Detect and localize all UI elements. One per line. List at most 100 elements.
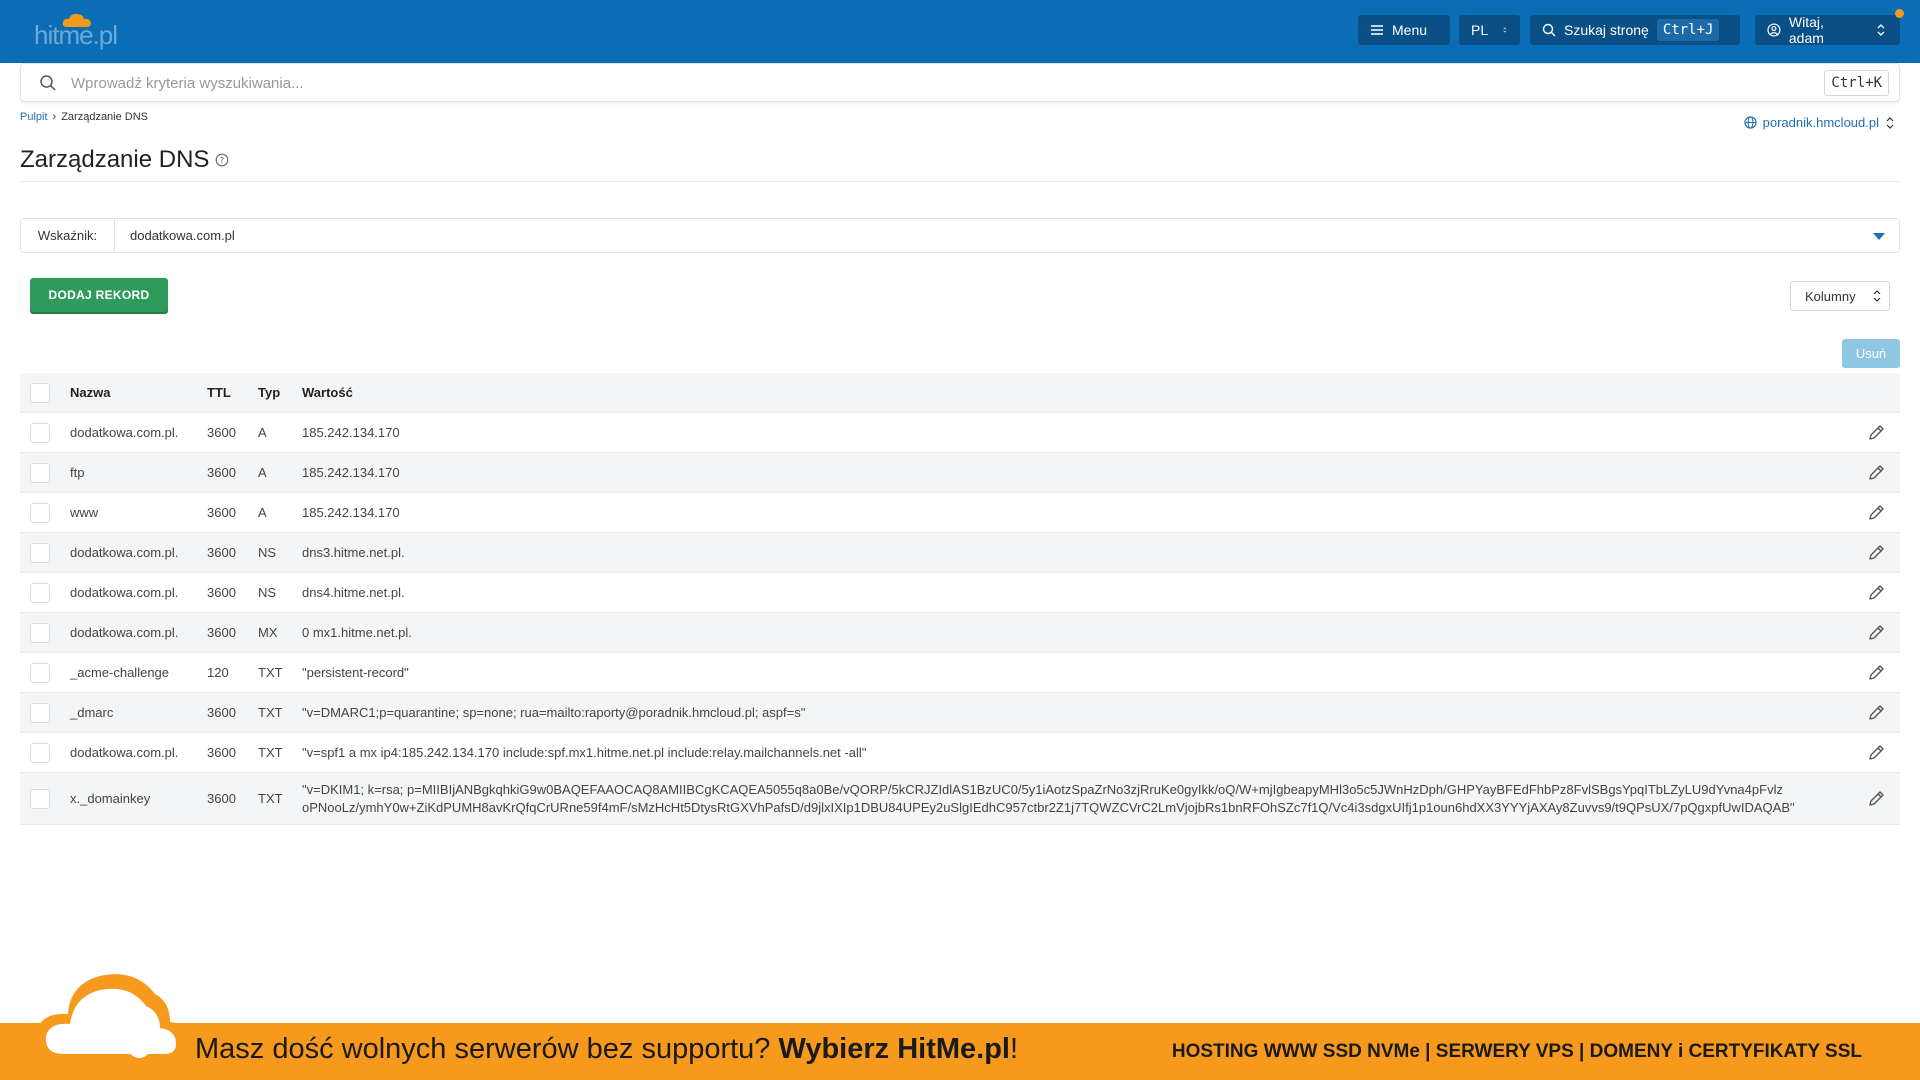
record-value: "persistent-record" [302, 664, 409, 680]
row-checkbox[interactable] [30, 788, 50, 809]
record-name: _dmarc [70, 705, 114, 720]
edit-record-button[interactable] [1866, 733, 1886, 772]
breadcrumb: Pulpit › Zarządzanie DNS [20, 111, 148, 123]
user-label: Witaj, adam [1788, 14, 1824, 46]
user-icon [1767, 23, 1781, 37]
breadcrumb-separator-icon: › [52, 111, 57, 123]
edit-record-button[interactable] [1866, 613, 1886, 652]
columns-button[interactable]: Kolumny [1790, 281, 1890, 311]
domain-selector-label: poradnik.hmcloud.pl [1762, 115, 1879, 130]
record-ttl: 3600 [207, 465, 236, 480]
search-icon [40, 75, 56, 91]
record-name: dodatkowa.com.pl. [70, 745, 179, 760]
row-checkbox[interactable] [30, 462, 50, 483]
cloud-icon [35, 974, 190, 1062]
record-ttl: 3600 [207, 745, 236, 760]
edit-record-button[interactable] [1866, 773, 1886, 824]
search-page-button[interactable]: Szukaj stronę Ctrl+J [1530, 15, 1740, 45]
record-name: www [70, 505, 99, 520]
select-all-checkbox[interactable] [30, 382, 50, 403]
record-name: ftp [70, 465, 85, 480]
global-search: Ctrl+K [20, 63, 1900, 102]
record-type: MX [258, 625, 278, 640]
language-select[interactable]: PL [1459, 15, 1520, 45]
row-checkbox[interactable] [30, 742, 50, 763]
domain-selector[interactable]: poradnik.hmcloud.pl [1744, 115, 1895, 130]
add-record-button[interactable]: DODAJ REKORD [30, 278, 168, 312]
record-value: 185.242.134.170 [302, 504, 400, 520]
column-header-value[interactable]: Wartość [302, 373, 1862, 412]
edit-pencil-icon [1869, 744, 1884, 760]
edit-record-button[interactable] [1866, 653, 1886, 692]
globe-icon [1744, 116, 1757, 129]
record-value: dns3.hitme.net.pl. [302, 544, 405, 560]
indicator-value-field[interactable]: dodatkowa.com.pl [115, 219, 1899, 252]
edit-record-button[interactable] [1866, 533, 1886, 572]
edit-pencil-icon [1869, 790, 1884, 806]
record-type: TXT [258, 745, 283, 760]
dns-records-table: Nazwa TTL Typ Wartość dodatkowa.com.pl. 3… [20, 373, 1900, 825]
edit-pencil-icon [1869, 624, 1884, 640]
edit-record-button[interactable] [1866, 573, 1886, 612]
title-divider [20, 181, 1900, 182]
hamburger-icon [1371, 25, 1383, 35]
page-title-text: Zarządzanie DNS [20, 146, 210, 173]
table-row: dodatkowa.com.pl. 3600 NS dns4.hitme.net.pl… [20, 573, 1900, 613]
edit-pencil-icon [1869, 424, 1884, 440]
column-header-ttl[interactable]: TTL [207, 373, 231, 412]
edit-record-button[interactable] [1866, 693, 1886, 732]
chevron-updown-icon [1886, 116, 1894, 129]
record-name: dodatkowa.com.pl. [70, 625, 179, 640]
row-checkbox[interactable] [30, 702, 50, 723]
user-menu-button[interactable]: Witaj, adam [1755, 14, 1900, 46]
edit-record-button[interactable] [1866, 413, 1886, 452]
record-ttl: 3600 [207, 625, 236, 640]
column-header-type[interactable]: Typ [258, 373, 280, 412]
record-type: TXT [258, 665, 283, 680]
row-checkbox[interactable] [30, 582, 50, 603]
delete-button[interactable]: Usuń [1842, 339, 1900, 368]
record-ttl: 3600 [207, 705, 236, 720]
record-value: "v=DMARC1;p=quarantine; sp=none; rua=mai… [302, 704, 806, 720]
table-header: Nazwa TTL Typ Wartość [20, 373, 1900, 413]
notification-dot [1895, 9, 1904, 18]
edit-pencil-icon [1869, 504, 1884, 520]
edit-record-button[interactable] [1866, 453, 1886, 492]
edit-pencil-icon [1869, 464, 1884, 480]
menu-button[interactable]: Menu [1358, 15, 1450, 45]
page-title: Zarządzanie DNS ? [20, 146, 229, 174]
chevron-updown-icon [1873, 290, 1881, 302]
logo[interactable]: hitme.pl [34, 12, 134, 52]
row-checkbox[interactable] [30, 542, 50, 563]
row-checkbox[interactable] [30, 422, 50, 443]
record-value: "v=DKIM1; k=rsa; p=MIIBIjANBgkqhkiG9w0BA… [302, 781, 1795, 815]
breadcrumb-root-link[interactable]: Pulpit [20, 111, 48, 123]
row-checkbox[interactable] [30, 662, 50, 683]
language-label: PL [1471, 22, 1489, 38]
search-input[interactable] [71, 72, 1771, 94]
search-page-shortcut: Ctrl+J [1656, 19, 1720, 41]
record-value: 0 mx1.hitme.net.pl. [302, 624, 412, 640]
search-shortcut: Ctrl+K [1824, 70, 1889, 96]
row-checkbox[interactable] [30, 502, 50, 523]
record-type: NS [258, 545, 277, 560]
record-ttl: 3600 [207, 791, 236, 806]
edit-pencil-icon [1869, 544, 1884, 560]
edit-pencil-icon [1869, 664, 1884, 680]
columns-label: Kolumny [1805, 288, 1856, 304]
row-checkbox[interactable] [30, 622, 50, 643]
column-header-name[interactable]: Nazwa [70, 373, 110, 412]
record-ttl: 3600 [207, 425, 236, 440]
table-row: ftp 3600 A 185.242.134.170 [20, 453, 1900, 493]
breadcrumb-current: Zarządzanie DNS [61, 111, 149, 123]
record-value: 185.242.134.170 [302, 464, 400, 480]
top-header: hitme.pl Menu PL Szukaj stronę Ctrl+J Wi… [0, 0, 1920, 63]
edit-record-button[interactable] [1866, 493, 1886, 532]
edit-pencil-icon [1869, 704, 1884, 720]
table-row: dodatkowa.com.pl. 3600 A 185.242.134.170 [20, 413, 1900, 453]
banner-services-text: HOSTING WWW SSD NVMe | SERWERY VPS | DOM… [1171, 1041, 1862, 1062]
record-type: A [258, 425, 267, 440]
record-type: A [258, 505, 267, 520]
indicator-select[interactable]: Wskaźnik: dodatkowa.com.pl [20, 218, 1900, 253]
help-icon[interactable]: ? [215, 153, 229, 167]
